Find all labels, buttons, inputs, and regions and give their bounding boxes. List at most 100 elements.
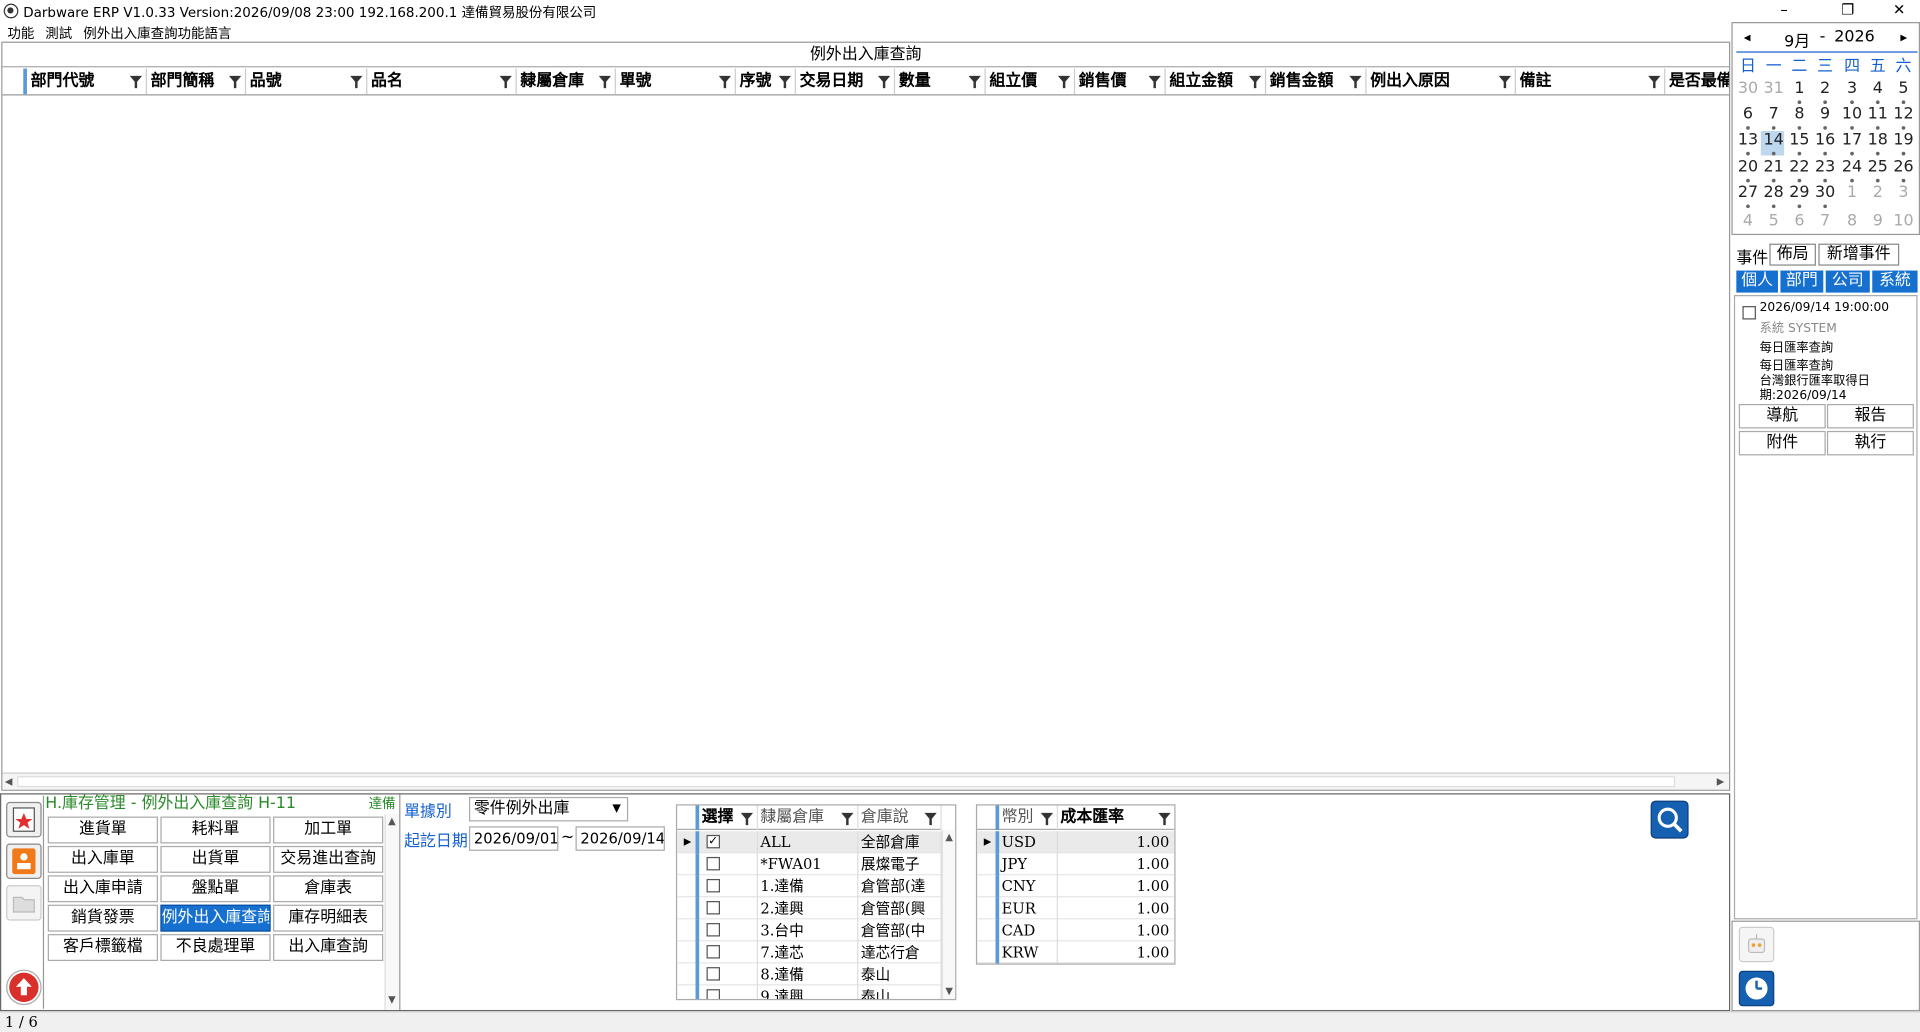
filter-icon[interactable] xyxy=(1498,75,1512,89)
filter-icon[interactable] xyxy=(1040,812,1054,826)
event-title[interactable]: 每日匯率查詢 xyxy=(1760,337,1833,355)
currency-row[interactable]: ▶ USD 1.00 xyxy=(977,831,1175,854)
filter-icon[interactable] xyxy=(598,75,612,89)
event-checkbox[interactable] xyxy=(1742,306,1756,320)
module-button[interactable]: 交易進出查詢 xyxy=(273,845,384,873)
chevron-down-icon[interactable]: ▼ xyxy=(612,798,620,820)
scroll-thumb[interactable] xyxy=(17,776,1676,788)
calendar-day[interactable]: 1 xyxy=(1839,184,1865,202)
filter-icon[interactable] xyxy=(1148,75,1161,89)
scroll-up-icon[interactable]: ▲ xyxy=(945,830,953,845)
scroll-right-icon[interactable]: ▶ xyxy=(1717,775,1725,790)
calendar-day[interactable]: 17 xyxy=(1839,131,1865,149)
currency-row[interactable]: CAD 1.00 xyxy=(977,919,1175,942)
calendar-day[interactable]: 23 xyxy=(1812,158,1838,176)
date-to-input[interactable]: 2026/09/14 xyxy=(575,826,665,851)
module-button[interactable]: 出入庫申請 xyxy=(47,875,158,903)
module-button[interactable]: 進貨單 xyxy=(47,816,158,844)
column-header[interactable]: 成本匯率 xyxy=(1058,806,1174,830)
calendar-day-today[interactable]: 14 xyxy=(1761,131,1787,149)
scroll-down-icon[interactable]: ▼ xyxy=(388,993,396,1008)
menu-function[interactable]: 功能 xyxy=(7,23,34,43)
warehouse-row[interactable]: 7.達芯 達芯行倉 xyxy=(677,941,942,964)
checkbox[interactable] xyxy=(706,989,721,999)
calendar-day[interactable]: 4 xyxy=(1865,80,1891,98)
checkbox[interactable] xyxy=(706,923,721,937)
warehouse-row[interactable]: 8.達備 泰山 xyxy=(677,963,942,986)
module-button[interactable]: 加工單 xyxy=(273,816,384,844)
calendar-day[interactable]: 6 xyxy=(1735,105,1761,123)
calendar-day[interactable]: 7 xyxy=(1812,212,1838,230)
module-button[interactable]: 客戶標籤檔 xyxy=(47,934,158,961)
column-header[interactable]: 選擇 xyxy=(699,805,758,831)
column-header[interactable]: 倉庫說 xyxy=(858,805,942,831)
maximize-button[interactable]: ❐ xyxy=(1820,0,1876,22)
checkbox[interactable] xyxy=(706,856,721,871)
calendar-day[interactable]: 6 xyxy=(1787,212,1813,230)
filter-icon[interactable] xyxy=(350,75,363,89)
column-header[interactable]: 是否最備 xyxy=(1665,69,1729,95)
column-header[interactable]: 例出入原因 xyxy=(1367,68,1516,95)
calendar-month[interactable]: 9月 xyxy=(1784,28,1810,51)
column-header[interactable]: 幣別 xyxy=(999,805,1058,831)
module-scrollbar[interactable]: ▲ ▼ xyxy=(384,814,400,1010)
module-button[interactable]: 庫存明細表 xyxy=(273,904,384,932)
attachment-button[interactable]: 附件 xyxy=(1738,430,1826,456)
column-header[interactable]: 部門簡稱 xyxy=(147,68,247,95)
column-header[interactable]: 銷售金額 xyxy=(1266,68,1367,95)
calendar-day[interactable]: 30 xyxy=(1735,80,1761,98)
calendar-day[interactable]: 21 xyxy=(1761,158,1787,176)
currency-rate[interactable]: 1.00 xyxy=(1058,919,1174,941)
module-button-selected[interactable]: 例外出入庫查詢 xyxy=(160,904,271,932)
currency-rate[interactable]: 1.00 xyxy=(1058,875,1174,897)
module-button[interactable]: 銷貨發票 xyxy=(47,904,158,932)
calendar-day[interactable]: 30 xyxy=(1812,184,1838,202)
calendar-day[interactable]: 18 xyxy=(1865,131,1891,149)
menu-language[interactable]: 語言 xyxy=(204,23,231,43)
folder-icon[interactable] xyxy=(6,885,42,921)
column-header[interactable]: 品名 xyxy=(367,68,517,95)
calendar-day[interactable]: 1 xyxy=(1787,80,1813,98)
calendar-day[interactable]: 16 xyxy=(1812,131,1838,149)
currency-rate[interactable]: 1.00 xyxy=(1058,853,1174,875)
report-button[interactable]: 報告 xyxy=(1826,403,1914,429)
column-header[interactable]: 單號 xyxy=(616,68,736,95)
filter-icon[interactable] xyxy=(129,75,143,89)
calendar-day[interactable]: 8 xyxy=(1839,212,1865,230)
filter-icon[interactable] xyxy=(228,75,242,89)
column-header[interactable]: 數量 xyxy=(895,68,986,95)
currency-rate[interactable]: 1.00 xyxy=(1058,941,1174,963)
currency-row[interactable]: EUR 1.00 xyxy=(977,897,1175,920)
currency-row[interactable]: CNY 1.00 xyxy=(977,875,1175,898)
navigate-button[interactable]: 導航 xyxy=(1738,403,1826,429)
calendar-day[interactable]: 26 xyxy=(1891,158,1917,176)
filter-icon[interactable] xyxy=(877,75,891,89)
column-header[interactable]: 隸屬倉庫 xyxy=(758,805,859,831)
module-button[interactable]: 出貨單 xyxy=(160,845,271,873)
currency-rate[interactable]: 1.00 xyxy=(1058,831,1174,853)
warehouse-row[interactable]: 9.達興 泰山 xyxy=(677,985,942,999)
calendar-day[interactable]: 9 xyxy=(1865,212,1891,230)
filter-icon[interactable] xyxy=(924,812,937,826)
menu-exception-query[interactable]: 例外出入庫查詢功能 xyxy=(83,23,204,43)
filter-icon[interactable] xyxy=(718,75,732,89)
calendar-day[interactable]: 22 xyxy=(1787,158,1813,176)
horizontal-scrollbar[interactable]: ◀ ▶ xyxy=(2,772,1729,790)
tab-personal[interactable]: 個人 xyxy=(1736,270,1778,293)
calendar-day[interactable]: 20 xyxy=(1735,158,1761,176)
module-button[interactable]: 出入庫單 xyxy=(47,845,158,873)
filter-icon[interactable] xyxy=(1158,812,1171,826)
select-cell[interactable] xyxy=(699,963,758,986)
column-header[interactable]: 銷售價 xyxy=(1075,68,1166,95)
prev-month-icon[interactable]: ◂ xyxy=(1744,29,1751,45)
calendar-day[interactable]: 28 xyxy=(1761,184,1787,202)
column-header[interactable]: 備註 xyxy=(1516,68,1666,95)
calendar-day[interactable]: 27 xyxy=(1735,184,1761,202)
select-cell[interactable]: ✓ xyxy=(699,831,758,854)
column-header[interactable]: 序號 xyxy=(736,68,796,95)
org-chart-icon[interactable] xyxy=(6,843,42,879)
column-header[interactable]: 組立價 xyxy=(986,68,1076,95)
filter-icon[interactable] xyxy=(778,75,792,89)
module-button[interactable]: 盤點單 xyxy=(160,875,271,903)
column-header[interactable]: 隸屬倉庫 xyxy=(517,68,616,95)
